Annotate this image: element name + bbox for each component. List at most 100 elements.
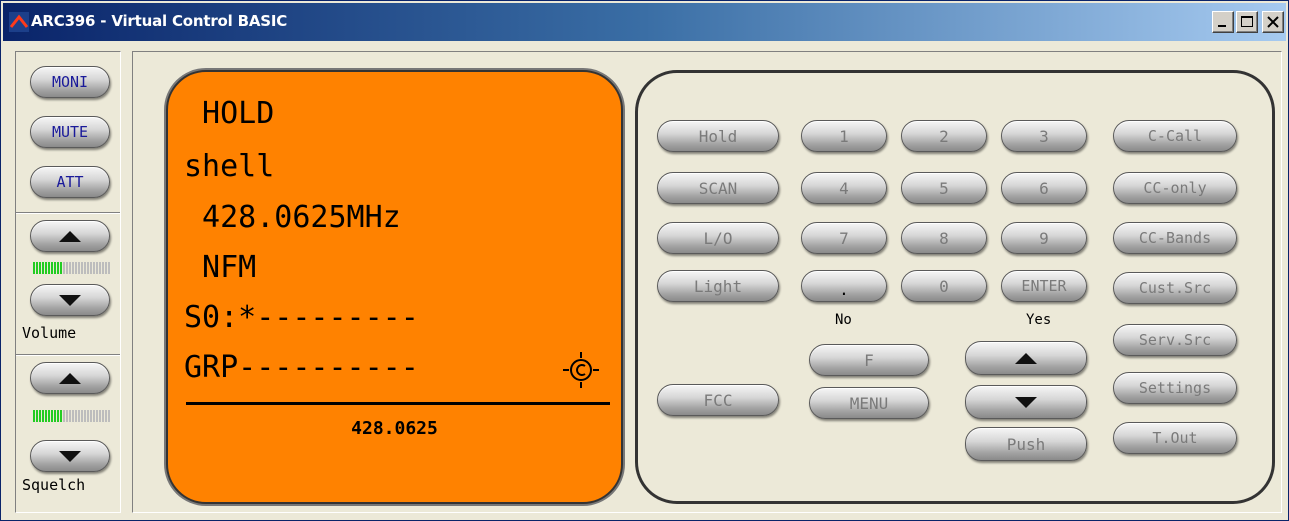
volume-meter-segment (39, 262, 41, 274)
volume-meter-segment (48, 262, 50, 274)
key-4-button[interactable]: 4 (801, 172, 887, 204)
light-button[interactable]: Light (657, 270, 779, 302)
volume-meter-segment (108, 262, 110, 274)
settings-button[interactable]: Settings (1113, 372, 1237, 404)
squelch-meter-segment (57, 410, 59, 422)
key-dot-no-button[interactable]: . (801, 270, 887, 302)
lcd-display: HOLD shell 428.0625MHz NFM S0:*---------… (166, 70, 623, 504)
push-button[interactable]: Push (965, 427, 1087, 461)
volume-meter-segment (87, 262, 89, 274)
squelch-meter-segment (48, 410, 50, 422)
scroll-up-button[interactable] (965, 341, 1087, 375)
arrow-up-icon (59, 230, 81, 242)
volume-meter-segment (66, 262, 68, 274)
key-2-button[interactable]: 2 (901, 120, 987, 152)
display-line-frequency: 428.0625MHz (184, 200, 401, 235)
volume-meter-segment (45, 262, 47, 274)
squelch-meter-segment (66, 410, 68, 422)
volume-meter-segment (57, 262, 59, 274)
display-line-mode: NFM (184, 250, 257, 285)
volume-label: Volume (22, 324, 77, 342)
key-7-button[interactable]: 7 (801, 222, 887, 254)
squelch-level-meter (33, 410, 110, 422)
display-line-group: GRP---------- (184, 350, 419, 385)
squelch-meter-segment (90, 410, 92, 422)
key-6-button[interactable]: 6 (1001, 172, 1087, 204)
squelch-meter-segment (105, 410, 107, 422)
key-1-button[interactable]: 1 (801, 120, 887, 152)
volume-down-button[interactable] (30, 284, 110, 316)
squelch-meter-segment (42, 410, 44, 422)
key-0-button[interactable]: 0 (901, 270, 987, 302)
copyright-circle-icon (563, 352, 599, 388)
volume-meter-segment (72, 262, 74, 274)
volume-meter-segment (60, 262, 62, 274)
squelch-meter-segment (78, 410, 80, 422)
squelch-meter-segment (51, 410, 53, 422)
enter-yes-button[interactable]: ENTER (1001, 270, 1087, 302)
c-call-button[interactable]: C-Call (1113, 120, 1237, 152)
side-control-panel: MONI MUTE ATT Volume Squelch (15, 51, 121, 513)
key-9-button[interactable]: 9 (1001, 222, 1087, 254)
arrow-down-icon (59, 450, 81, 462)
squelch-meter-segment (102, 410, 104, 422)
att-button[interactable]: ATT (30, 166, 110, 198)
close-button[interactable] (1262, 11, 1284, 33)
moni-button[interactable]: MONI (30, 66, 110, 98)
cc-only-button[interactable]: CC-only (1113, 172, 1237, 204)
volume-meter-segment (54, 262, 56, 274)
squelch-meter-segment (45, 410, 47, 422)
arrow-down-icon (1015, 396, 1037, 408)
arrow-up-icon (1015, 352, 1037, 364)
key-8-button[interactable]: 8 (901, 222, 987, 254)
hold-button[interactable]: Hold (657, 120, 779, 152)
f-button[interactable]: F (809, 344, 929, 376)
mute-button[interactable]: MUTE (30, 116, 110, 148)
volume-meter-segment (51, 262, 53, 274)
serv-src-button[interactable]: Serv.Src (1113, 324, 1237, 356)
app-window: ARC396 - Virtual Control BASIC MONI MUTE… (0, 0, 1289, 521)
fcc-button[interactable]: FCC (657, 384, 779, 416)
squelch-meter-segment (108, 410, 110, 422)
squelch-up-button[interactable] (30, 362, 110, 394)
volume-meter-segment (93, 262, 95, 274)
squelch-down-button[interactable] (30, 440, 110, 472)
display-divider (186, 402, 610, 405)
window-title: ARC396 - Virtual Control BASIC (31, 12, 288, 30)
volume-meter-segment (96, 262, 98, 274)
volume-meter-segment (105, 262, 107, 274)
minimize-button[interactable] (1212, 11, 1234, 33)
squelch-meter-segment (84, 410, 86, 422)
app-logo-icon (9, 12, 29, 32)
squelch-meter-segment (63, 410, 65, 422)
key-3-button[interactable]: 3 (1001, 120, 1087, 152)
arrow-up-icon (59, 372, 81, 384)
cust-src-button[interactable]: Cust.Src (1113, 272, 1237, 304)
squelch-meter-segment (96, 410, 98, 422)
scroll-down-button[interactable] (965, 385, 1087, 419)
squelch-meter-segment (36, 410, 38, 422)
volume-up-button[interactable] (30, 220, 110, 252)
scan-button[interactable]: SCAN (657, 172, 779, 204)
volume-meter-segment (75, 262, 77, 274)
volume-meter-segment (63, 262, 65, 274)
squelch-meter-segment (72, 410, 74, 422)
lo-button[interactable]: L/O (657, 222, 779, 254)
no-label: No (835, 312, 852, 328)
t-out-button[interactable]: T.Out (1113, 422, 1237, 454)
menu-button[interactable]: MENU (809, 387, 929, 419)
squelch-meter-segment (81, 410, 83, 422)
yes-label: Yes (1026, 312, 1052, 328)
cc-bands-button[interactable]: CC-Bands (1113, 222, 1237, 254)
squelch-label: Squelch (22, 476, 86, 494)
volume-meter-segment (42, 262, 44, 274)
title-bar[interactable]: ARC396 - Virtual Control BASIC (3, 3, 1286, 41)
squelch-meter-segment (87, 410, 89, 422)
volume-meter-segment (33, 262, 35, 274)
key-5-button[interactable]: 5 (901, 172, 987, 204)
maximize-button[interactable] (1236, 11, 1258, 33)
squelch-meter-segment (93, 410, 95, 422)
display-line-signal: S0:*--------- (184, 300, 419, 335)
volume-meter-segment (78, 262, 80, 274)
divider (16, 212, 120, 214)
